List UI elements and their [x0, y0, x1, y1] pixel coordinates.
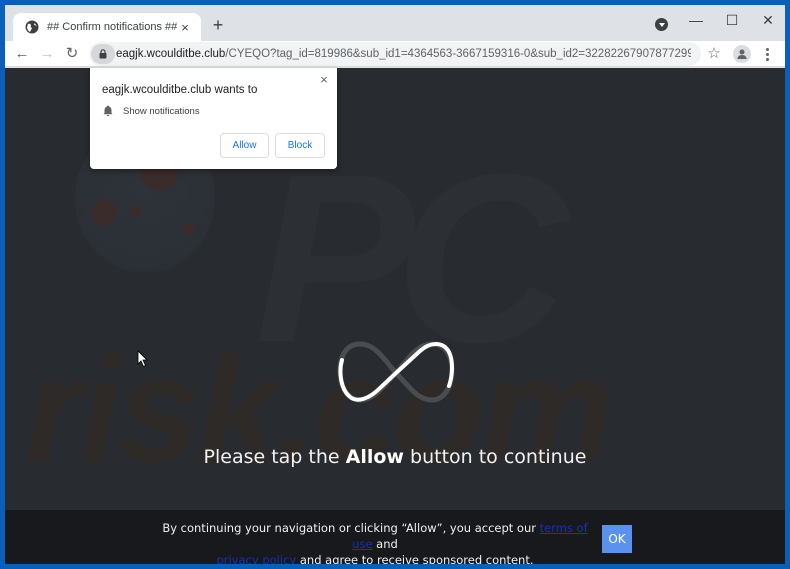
cta-prefix: Please tap the	[203, 446, 346, 468]
mouse-cursor-icon	[137, 350, 148, 368]
consent-text-part: and agree to receive sponsored content.	[296, 553, 534, 564]
permission-label: Show notifications	[123, 105, 200, 117]
notification-permission-prompt: × eagjk.wcoulditbe.club wants to Show no…	[90, 68, 337, 169]
allow-button[interactable]: Allow	[220, 133, 269, 158]
bell-icon	[103, 105, 113, 117]
back-button[interactable]: ←	[11, 43, 33, 65]
consent-text-part: and	[372, 537, 398, 551]
block-button[interactable]: Block	[275, 133, 325, 158]
ok-button[interactable]: OK	[602, 525, 632, 553]
close-window-button[interactable]: ✕	[750, 9, 785, 33]
url-text[interactable]: eagjk.wcoulditbe.club/CYEQO?tag_id=81998…	[116, 48, 691, 60]
address-bar[interactable]: eagjk.wcoulditbe.club/CYEQO?tag_id=81998…	[89, 42, 701, 66]
consent-bar: By continuing your navigation or clickin…	[5, 510, 785, 564]
watermark-dot	[91, 200, 117, 226]
tab-active[interactable]: ## Confirm notifications ## ×	[13, 13, 201, 41]
globe-icon	[25, 20, 39, 34]
bookmark-star-icon[interactable]: ☆	[704, 44, 724, 64]
prompt-close-button[interactable]: ×	[317, 73, 331, 87]
watermark-dot	[129, 206, 141, 218]
cta-suffix: button to continue	[403, 446, 587, 468]
watermark-risk-text: risk.com	[25, 325, 614, 493]
privacy-policy-link[interactable]: privacy policy	[216, 553, 296, 564]
menu-icon[interactable]	[759, 44, 775, 64]
account-icon[interactable]	[733, 45, 751, 63]
cta-text: Please tap the Allow button to continue	[5, 446, 785, 468]
prompt-title: eagjk.wcoulditbe.club wants to	[102, 84, 258, 96]
new-tab-button[interactable]: +	[207, 15, 229, 37]
tab-title: ## Confirm notifications ##	[47, 21, 177, 33]
tab-search-icon[interactable]	[655, 18, 668, 31]
permission-row: Show notifications	[103, 105, 200, 117]
watermark-dot	[183, 223, 195, 235]
consent-text-part: By continuing your navigation or clickin…	[162, 521, 540, 535]
tab-strip: ## Confirm notifications ## × + — ☐ ✕	[5, 5, 785, 41]
cta-bold: Allow	[345, 446, 404, 468]
url-host: eagjk.wcoulditbe.club	[116, 48, 226, 60]
infinity-loader-icon	[337, 341, 455, 403]
reload-button[interactable]: ↻	[61, 43, 83, 65]
maximize-button[interactable]: ☐	[714, 9, 750, 33]
browser-window: ## Confirm notifications ## × + — ☐ ✕ ← …	[5, 5, 785, 564]
toolbar: ← → ↻ eagjk.wcoulditbe.club/CYEQO?tag_id…	[5, 41, 785, 67]
lock-icon[interactable]	[91, 44, 115, 64]
tab-close-button[interactable]: ×	[177, 20, 193, 35]
forward-button[interactable]: →	[36, 43, 58, 65]
url-path: /CYEQO?tag_id=819986&sub_id1=4364563-366…	[225, 48, 691, 60]
consent-text: By continuing your navigation or clickin…	[155, 520, 595, 564]
minimize-button[interactable]: —	[678, 9, 714, 33]
